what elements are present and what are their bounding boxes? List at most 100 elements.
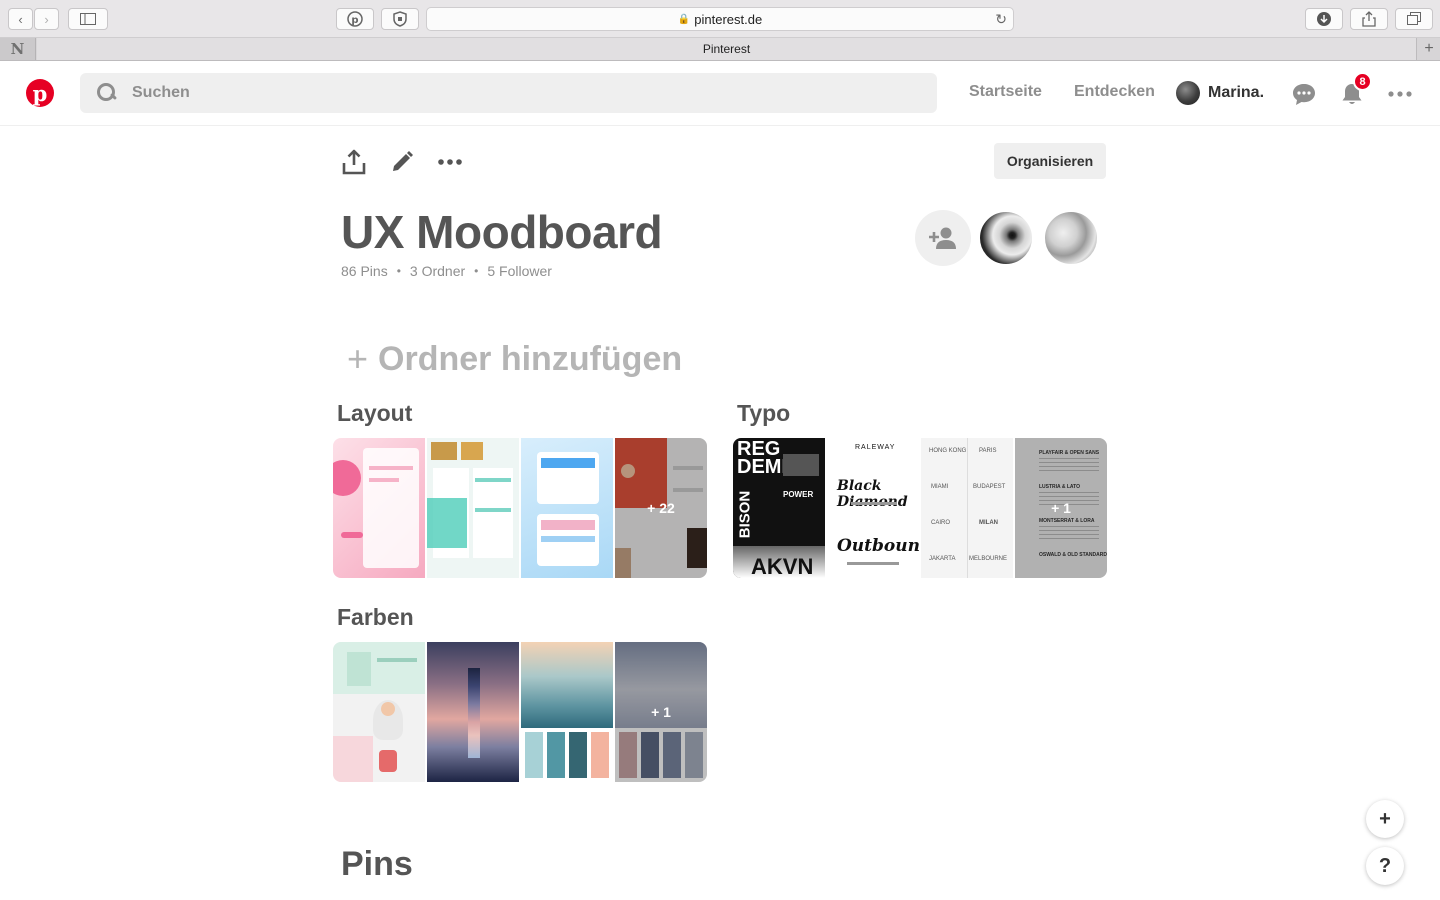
messages-icon[interactable] — [1291, 81, 1317, 107]
more-pins-count: + 22 — [615, 438, 707, 578]
browser-toolbar: ‹ › p 🔒 pinterest.de ↻ — [0, 0, 1440, 38]
typo-sample: HONG KONG — [929, 448, 967, 454]
sidebar-icon — [80, 13, 96, 25]
add-folder-label: Ordner hinzufügen — [378, 339, 683, 378]
board-more-button[interactable] — [436, 148, 464, 176]
pin-thumbnail — [521, 438, 613, 578]
add-person-icon — [929, 227, 956, 249]
typo-sample: BUDAPEST — [973, 484, 1006, 490]
svg-text:p: p — [351, 15, 358, 26]
followers-count[interactable]: 5 Follower — [487, 263, 552, 279]
pin-thumbnail — [333, 642, 425, 782]
tabs-overview-button[interactable] — [1395, 8, 1433, 30]
typo-sample: PARIS — [979, 448, 997, 454]
pins-heading: Pins — [341, 845, 413, 883]
pin-thumbnail: PLAYFAIR & OPEN SANS LUSTRIA & LATO MONT… — [1015, 438, 1107, 578]
section-title-layout[interactable]: Layout — [337, 400, 412, 427]
reload-icon[interactable]: ↻ — [995, 11, 1007, 28]
folders-count[interactable]: 3 Ordner — [410, 263, 465, 279]
pin-thumbnail: REG DEMI BISON POWER AKVN — [733, 438, 825, 578]
pin-thumbnail: RALEWAY Black Diamond Outbound — [827, 438, 919, 578]
pinterest-icon: p — [347, 11, 363, 27]
pin-thumbnail — [333, 438, 425, 578]
chevron-right-icon: › — [44, 11, 49, 27]
logo-glyph: p — [32, 81, 48, 106]
edit-board-button[interactable] — [388, 148, 416, 176]
typo-sample: MELBOURNE — [969, 556, 1008, 562]
pin-thumbnail: HONG KONG PARIS MIAMI BUDAPEST CAIRO MIL… — [921, 438, 1013, 578]
site-header: p Suchen Startseite Entdecken Marina. 8 — [0, 61, 1440, 126]
pinterest-logo[interactable]: p — [26, 79, 54, 107]
section-title-typo[interactable]: Typo — [737, 400, 790, 427]
pins-count[interactable]: 86 Pins — [341, 263, 388, 279]
typo-sample: Outbound — [837, 536, 919, 556]
pin-thumbnail: + 22 — [615, 438, 707, 578]
section-title-farben[interactable]: Farben — [337, 604, 414, 631]
more-pins-count: + 1 — [1015, 438, 1107, 578]
typo-sample: MILAN — [979, 520, 998, 526]
pin-thumbnail — [427, 438, 519, 578]
downloads-button[interactable] — [1305, 8, 1343, 30]
sidebar-toggle-button[interactable] — [68, 8, 108, 30]
profile-name: Marina. — [1208, 84, 1265, 101]
nav-explore-link[interactable]: Entdecken — [1074, 83, 1155, 101]
plus-icon: + — [1424, 40, 1434, 57]
new-tab-button[interactable]: + — [1418, 38, 1440, 60]
add-pin-button[interactable]: + — [1366, 800, 1404, 838]
chevron-left-icon: ‹ — [18, 11, 23, 27]
board-title: UX Moodboard — [341, 206, 663, 258]
forward-button[interactable]: › — [34, 8, 59, 30]
search-bar[interactable]: Suchen — [80, 73, 937, 113]
section-typo[interactable]: REG DEMI BISON POWER AKVN RALEWAY Black … — [733, 438, 1107, 578]
back-button[interactable]: ‹ — [8, 8, 33, 30]
collaborator-avatar[interactable] — [978, 210, 1034, 266]
notification-badge: 8 — [1353, 72, 1372, 91]
board-meta: 86 Pins • 3 Ordner • 5 Follower — [341, 263, 552, 279]
shield-icon — [393, 11, 407, 27]
address-bar[interactable]: 🔒 pinterest.de ↻ — [426, 7, 1014, 31]
pinterest-extension-button[interactable]: p — [336, 8, 374, 30]
nav-home-link[interactable]: Startseite — [969, 83, 1042, 101]
typo-sample: POWER — [783, 490, 814, 499]
share-icon — [1362, 11, 1376, 27]
section-farben[interactable]: + 1 — [333, 642, 707, 782]
pinned-tab[interactable]: N — [0, 38, 36, 60]
ellipsis-icon — [438, 159, 462, 165]
pin-thumbnail: + 1 — [615, 642, 707, 782]
share-button[interactable] — [1350, 8, 1388, 30]
shield-extension-button[interactable] — [381, 8, 419, 30]
typo-sample: Black Diamond — [837, 478, 908, 510]
tabs-icon — [1407, 12, 1421, 25]
pin-thumbnail — [521, 642, 613, 782]
typo-sample: MIAMI — [931, 484, 949, 490]
more-options-icon[interactable] — [1387, 81, 1413, 107]
separator-dot: • — [396, 264, 401, 278]
profile-link[interactable]: Marina. — [1176, 81, 1264, 105]
share-board-button[interactable] — [340, 148, 368, 176]
add-collaborator-button[interactable] — [915, 210, 971, 266]
typo-sample: BISON — [736, 490, 754, 539]
typo-sample: DEMI — [737, 456, 787, 478]
add-folder-button[interactable]: + Ordner hinzufügen — [347, 338, 682, 380]
separator-dot: • — [474, 264, 479, 278]
search-input[interactable]: Suchen — [132, 84, 190, 102]
tab-pinterest[interactable]: Pinterest — [37, 38, 1417, 60]
organize-button[interactable]: Organisieren — [994, 143, 1106, 179]
typo-sample: RALEWAY — [855, 444, 896, 451]
plus-icon: + — [347, 338, 369, 379]
typo-sample: JAKARTA — [929, 556, 956, 562]
help-button[interactable]: ? — [1366, 847, 1404, 885]
search-icon — [96, 82, 118, 104]
pin-thumbnail — [427, 642, 519, 782]
more-pins-count: + 1 — [615, 642, 707, 782]
tab-title: Pinterest — [702, 42, 751, 56]
tab-bar: N Pinterest + — [0, 38, 1440, 61]
url-text: pinterest.de — [694, 11, 763, 27]
collaborator-avatar[interactable] — [1043, 210, 1099, 266]
typo-sample: AKVN — [751, 554, 814, 578]
section-layout[interactable]: + 22 — [333, 438, 707, 578]
lock-icon: 🔒 — [677, 13, 691, 25]
typo-sample: CAIRO — [931, 520, 951, 526]
pencil-icon — [393, 151, 413, 171]
upload-share-icon — [342, 149, 366, 175]
